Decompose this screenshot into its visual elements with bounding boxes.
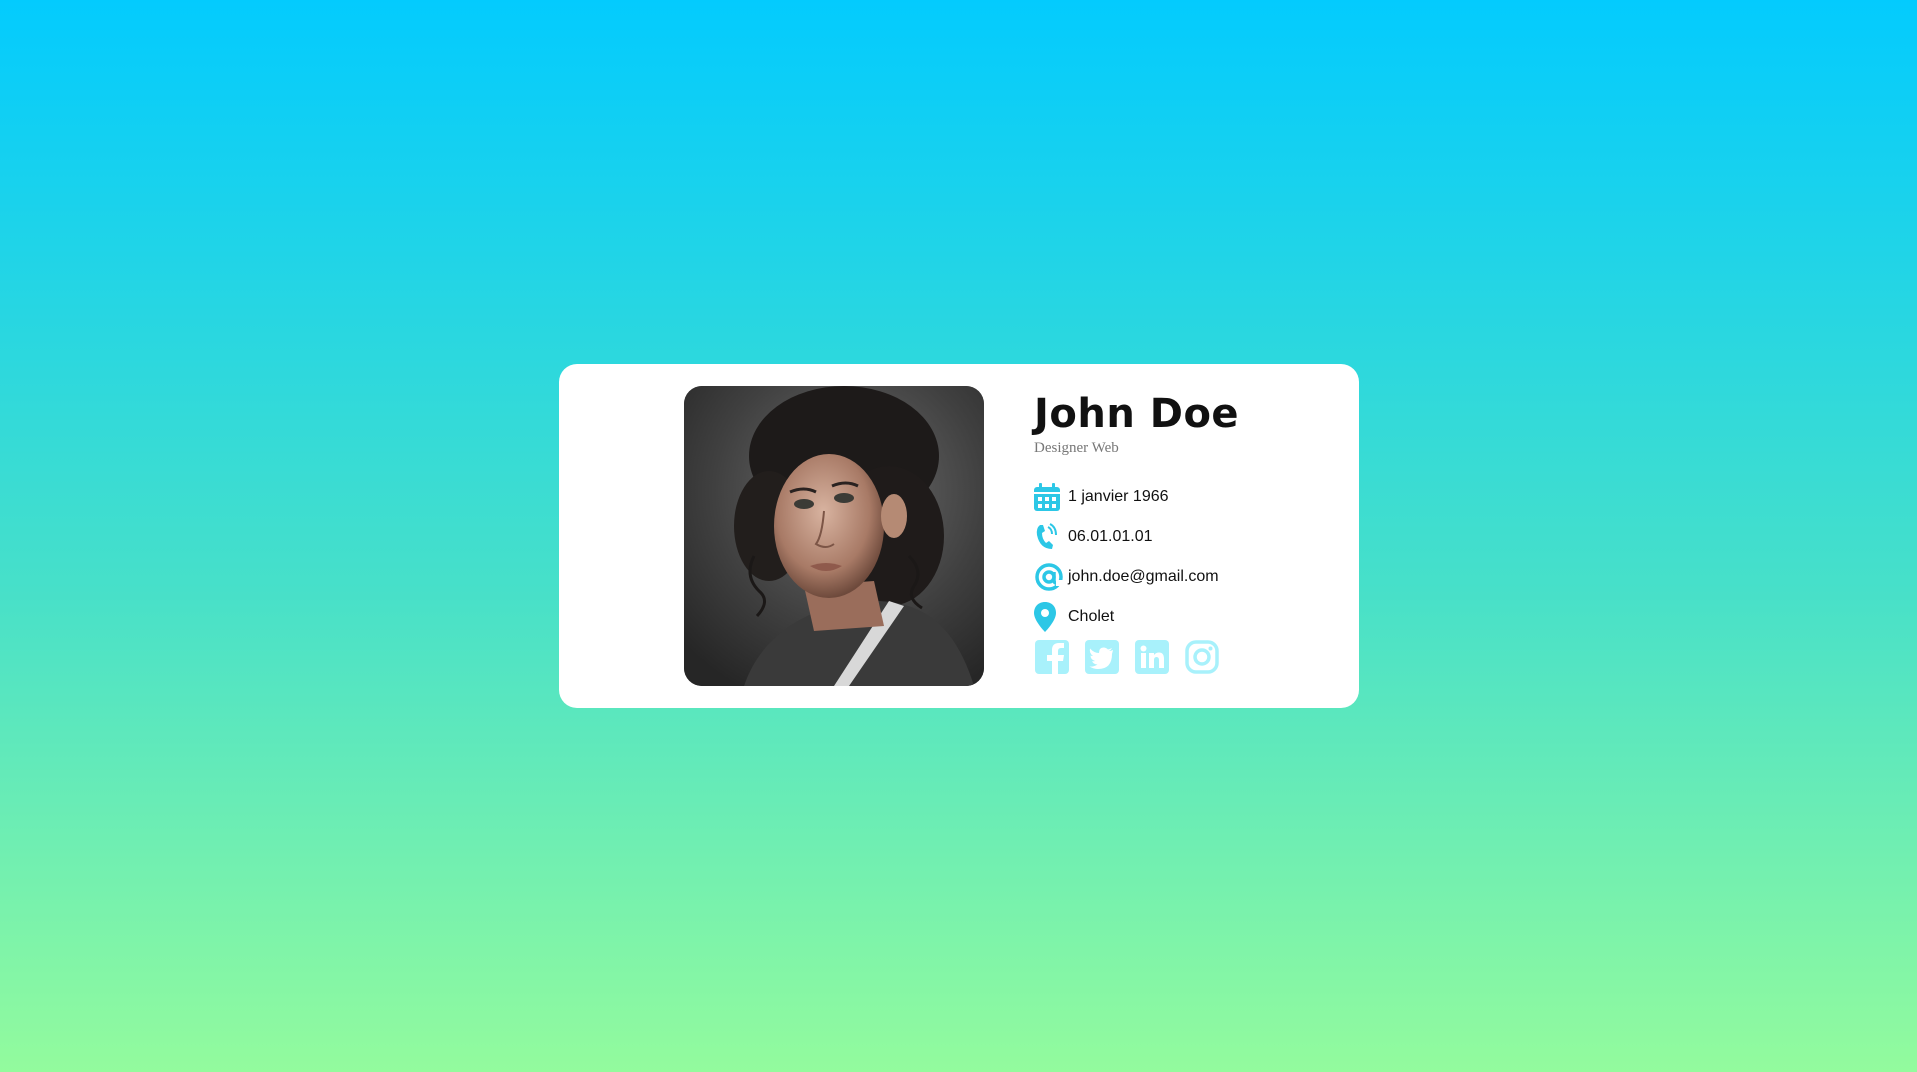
calendar-icon	[1034, 482, 1064, 512]
birthdate-row: 1 janvier 1966	[1034, 477, 1334, 517]
city-row: Cholet	[1034, 597, 1334, 637]
twitter-icon[interactable]	[1084, 639, 1120, 675]
phone-text[interactable]: 06.01.01.01	[1068, 528, 1153, 546]
city-text: Cholet	[1068, 608, 1115, 625]
facebook-icon[interactable]	[1034, 639, 1070, 675]
birthdate-text: 1 janvier 1966	[1068, 488, 1169, 505]
at-icon	[1034, 562, 1064, 592]
location-pin-icon	[1034, 602, 1064, 632]
phone-icon	[1034, 522, 1064, 552]
instagram-icon[interactable]	[1184, 639, 1220, 675]
profile-job: Designer Web	[1034, 440, 1119, 456]
linkedin-icon[interactable]	[1134, 639, 1170, 675]
phone-row[interactable]: 06.01.01.01	[1034, 517, 1334, 557]
email-row[interactable]: john.doe@gmail.com	[1034, 557, 1334, 597]
profile-photo	[684, 386, 984, 686]
profile-name: John Doe	[1034, 391, 1240, 437]
social-links	[1034, 639, 1334, 675]
email-text[interactable]: john.doe@gmail.com	[1068, 568, 1219, 586]
profile-card: John Doe Designer Web 1 janvier 1966 06.…	[559, 364, 1359, 708]
profile-info: John Doe Designer Web 1 janvier 1966 06.…	[1034, 390, 1334, 675]
portrait-image	[684, 386, 984, 686]
